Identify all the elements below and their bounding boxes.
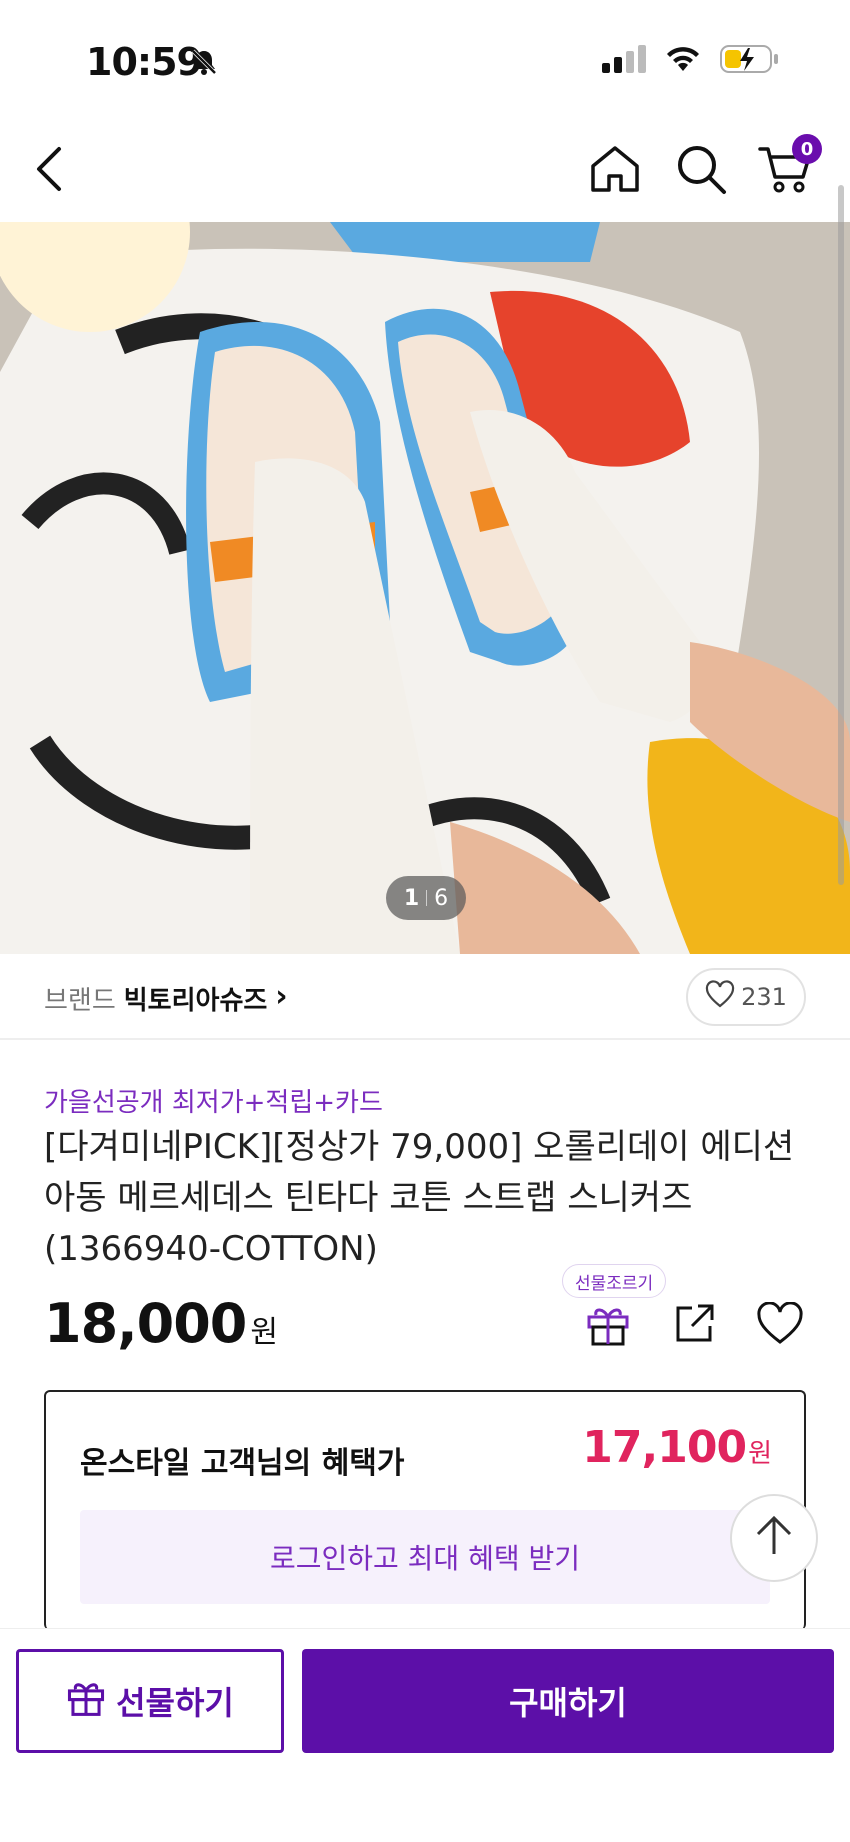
buy-button[interactable]: 구매하기 [302,1649,834,1753]
brand-link[interactable]: 브랜드 빅토리아슈즈 › [44,979,288,1017]
search-button[interactable] [668,138,734,204]
share-icon [672,1302,716,1350]
benefit-label: 온스타일 고객님의 혜택가 [80,1446,405,1481]
cellular-signal-icon [602,45,646,77]
gift-button-label: 선물하기 [116,1684,234,1722]
gift-icon [585,1301,631,1351]
wifi-icon [664,45,702,77]
benefit-box: 온스타일 고객님의 혜택가 17,100 원 로그인하고 최대 혜택 받기 [44,1390,806,1630]
brand-row: 브랜드 빅토리아슈즈 › 231 [0,954,850,1040]
brand-label: 브랜드 [44,986,116,1016]
pager-current: 1 [403,885,420,911]
share-button[interactable] [666,1298,722,1354]
scroll-top-button[interactable] [730,1494,818,1582]
arrow-up-icon [754,1514,794,1562]
heart-icon [756,1301,804,1350]
top-nav-bar: 0 [0,120,850,222]
back-icon [29,145,69,197]
cart-button[interactable]: 0 [752,134,822,204]
product-photo [0,222,850,954]
home-icon [589,144,641,198]
like-count: 231 [741,983,787,1011]
like-button[interactable]: 231 [686,968,806,1026]
status-time: 10:59 [86,40,203,84]
benefit-amount: 17,100 [582,1422,747,1473]
benefit-price: 17,100 원 [582,1422,772,1473]
gift-request-tooltip: 선물조르기 [562,1264,667,1298]
cart-count-badge: 0 [792,134,822,164]
brand-name: 빅토리아슈즈 [123,986,268,1016]
heart-outline-icon [705,980,735,1014]
product-image-carousel[interactable] [0,222,850,954]
promo-text: 가을선공개 최저가+적립+카드 [44,1088,383,1118]
benefit-unit: 원 [748,1439,772,1469]
chevron-right-icon: › [275,979,288,1014]
wishlist-button[interactable] [752,1298,808,1354]
pager-divider [426,890,428,906]
bell-slash-icon [190,48,218,80]
home-button[interactable] [582,138,648,204]
back-button[interactable] [16,138,82,204]
battery-charging-icon [720,44,780,78]
status-bar: 10:59 [0,0,850,120]
carousel-pager: 1 6 [386,876,466,920]
price-amount: 18,000 [44,1292,247,1355]
page-scrollbar[interactable] [838,185,844,885]
bottom-action-bar: 선물하기 구매하기 [0,1628,850,1842]
price-unit: 원 [250,1315,278,1350]
product-price: 18,000 원 [44,1292,278,1355]
product-title: [다겨미네PICK][정상가 79,000] 오롤리데이 에디션 아동 메르세데… [44,1127,795,1269]
gift-icon [66,1677,106,1725]
gift-button[interactable]: 선물하기 [16,1649,284,1753]
pager-total: 6 [434,885,449,911]
status-icons [602,44,780,78]
search-icon [675,143,727,199]
login-benefit-button[interactable]: 로그인하고 최대 혜택 받기 [80,1510,770,1604]
gift-request-button[interactable] [580,1298,636,1354]
